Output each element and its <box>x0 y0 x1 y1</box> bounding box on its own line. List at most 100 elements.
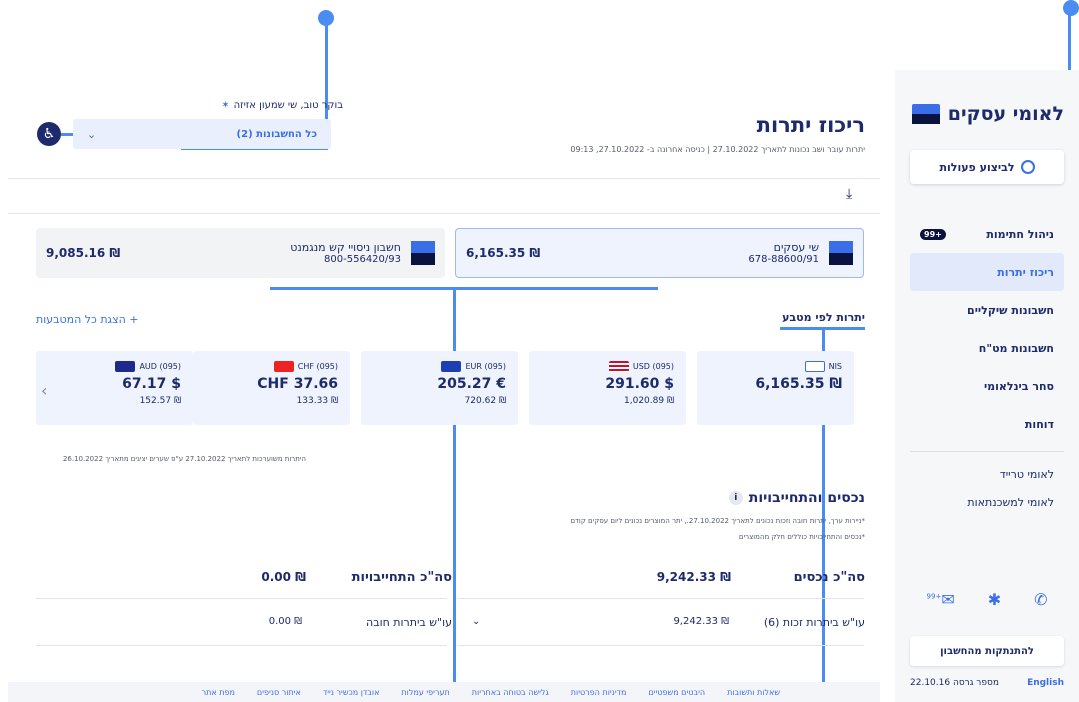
account-card[interactable]: שי עסקים 678-88600/91 ₪ 6,165.35 <box>455 228 864 278</box>
sidebar-item-label: חשבונות שיקליים <box>967 303 1054 317</box>
footer-link[interactable]: אובדן מכשיר נייד <box>323 688 380 697</box>
total-liabilities-label: סה"כ התחייבויות <box>351 570 452 585</box>
currency-amount: $ 291.60 <box>605 376 674 392</box>
currency-card-usd[interactable]: USD (095) $ 291.60 ₪ 1,020.89 <box>529 351 686 425</box>
currency-section-title: יתרות לפי מטבע <box>782 311 865 324</box>
sidebar-item-signatures[interactable]: ניהול חתימות +99 <box>910 215 1064 253</box>
divider <box>36 598 447 599</box>
touch-icon <box>1020 160 1035 174</box>
annotation-line <box>453 287 456 702</box>
annotation-line <box>270 287 658 290</box>
version-label: מספר גרסה 22.10.16 <box>910 678 999 688</box>
footer-link[interactable]: מדיניות הפרטיות <box>571 688 627 697</box>
footer-link[interactable]: גלישה בטוחה באחריות <box>472 688 549 697</box>
currency-code: USD (095) <box>632 362 674 371</box>
sidebar-link-mortgage[interactable]: לאומי למשכנתאות <box>910 488 1064 516</box>
debit-balance-label: עו"ש ביתרות חובה <box>366 616 452 629</box>
divider <box>910 451 1064 452</box>
english-link[interactable]: English <box>1027 678 1064 688</box>
page-subtitle: יתרות עובר ושב נכונות לתאריך 27.10.2022 … <box>570 145 865 154</box>
sidebar-nav: ניהול חתימות +99 ריכוז יתרות חשבונות שיק… <box>910 215 1064 516</box>
info-icon[interactable]: i <box>728 491 743 505</box>
sidebar-footer: English מספר גרסה 22.10.16 <box>910 678 1064 688</box>
sidebar-link-trade[interactable]: לאומי טרייד <box>910 460 1064 488</box>
logo[interactable]: לאומי עסקים <box>911 103 1064 125</box>
gear-icon[interactable]: ✱ <box>988 590 1001 609</box>
currency-nis-equivalent: ₪ 133.33 <box>296 396 338 406</box>
us-flag-icon <box>608 361 629 372</box>
currency-nis-equivalent: ₪ 1,020.89 <box>624 396 674 406</box>
sidebar-item-label: ניהול חתימות <box>986 227 1054 241</box>
mail-badge: +99 <box>926 592 942 601</box>
accessibility-icon[interactable]: ♿ <box>37 122 61 146</box>
account-select[interactable]: כל החשבונות (2) ⌄ <box>73 119 331 149</box>
account-balance: ₪ 9,085.16 <box>46 246 121 260</box>
account-select-label: כל החשבונות (2) <box>236 128 317 140</box>
sidebar: לאומי עסקים לביצוע פעולות ניהול חתימות +… <box>895 70 1079 702</box>
phone-icon[interactable]: ✆ <box>1034 590 1047 609</box>
bank-logo-icon <box>411 241 435 265</box>
actions-button-label: לביצוע פעולות <box>939 160 1015 174</box>
account-name: שי עסקים <box>773 241 819 254</box>
total-assets-label: סה"כ נכסים <box>793 570 865 585</box>
footer-link[interactable]: מפת אתר <box>202 688 235 697</box>
sun-icon: ✶ <box>221 100 230 111</box>
footer-links: שאלות ותשובות היבטים משפטיים מדיניות הפר… <box>8 682 880 702</box>
download-icon[interactable]: ⤓ <box>846 186 852 202</box>
chevron-left-icon[interactable]: ‹ <box>41 381 47 400</box>
credit-balance-value: ₪ 9,242.33 <box>673 616 729 627</box>
sidebar-item-reports[interactable]: דוחות <box>910 405 1064 443</box>
debit-balance-value: ₪ 0.00 <box>268 616 302 627</box>
footer-link[interactable]: היבטים משפטיים <box>648 688 705 697</box>
currency-code: NIS <box>828 362 842 371</box>
footer-link[interactable]: שאלות ותשובות <box>727 688 780 697</box>
greeting-text: בוקר טוב, שי שמעון אזיזה <box>233 100 343 111</box>
sidebar-item-shekel-accounts[interactable]: חשבונות שיקליים <box>910 291 1064 329</box>
currency-card-eur[interactable]: EUR (095) € 205.27 ₪ 720.62 <box>361 351 518 425</box>
section-underline <box>780 327 865 330</box>
footer-link[interactable]: תעריפי עמלות <box>401 688 449 697</box>
assets-title-text: נכסים והתחייבויות <box>748 490 865 506</box>
currency-card-chf[interactable]: CHF (095) CHF 37.66 ₪ 133.33 <box>193 351 350 425</box>
australia-flag-icon <box>115 361 136 372</box>
israel-flag-icon <box>804 361 825 372</box>
sidebar-item-balances[interactable]: ריכוז יתרות <box>910 253 1064 291</box>
assets-section-title: נכסים והתחייבויות i <box>728 490 865 506</box>
sidebar-item-label: ריכוז יתרות <box>997 265 1054 279</box>
currency-nis-equivalent: ₪ 152.57 <box>139 396 181 406</box>
annotation-dot-right <box>1063 0 1079 16</box>
credit-balance-label[interactable]: עו"ש ביתרות זכות (6) <box>764 616 865 629</box>
logout-button[interactable]: להתנתקות מהחשבון <box>910 636 1064 666</box>
total-assets-value: ₪ 9,242.33 <box>656 570 731 584</box>
currency-amount: ₪ 6,165.35 <box>755 376 842 392</box>
eu-flag-icon <box>441 361 462 372</box>
bank-logo-icon <box>829 241 853 265</box>
currency-card-aud[interactable]: AUD (095) $ 67.17 ₪ 152.57 <box>36 351 193 425</box>
divider <box>8 213 880 214</box>
currency-amount: € 205.27 <box>437 376 506 392</box>
annotation-line <box>61 133 73 136</box>
divider <box>8 178 880 179</box>
sidebar-icons: ✆ ✱ ✉+99 <box>910 590 1064 609</box>
currency-code: CHF (095) <box>297 362 338 371</box>
sidebar-item-trade[interactable]: סחר בינלאומי <box>910 367 1064 405</box>
footer-link[interactable]: איתור סניפים <box>257 688 301 697</box>
rates-note: היתרות משוערכות לתאריך 27.10.2022 ע"פ שע… <box>62 455 306 463</box>
account-card[interactable]: חשבון ניסויי קש מנגמנט 800-556420/93 ₪ 9… <box>36 228 445 278</box>
chevron-down-icon: ⌄ <box>87 127 97 141</box>
mail-icon[interactable]: ✉+99 <box>927 590 955 609</box>
divider <box>457 598 864 599</box>
divider <box>457 645 864 646</box>
total-liabilities-value: ₪ 0.00 <box>261 570 306 584</box>
sidebar-item-label: דוחות <box>1024 417 1054 431</box>
chevron-down-icon[interactable]: ⌄ <box>472 616 480 627</box>
currency-card-nis[interactable]: NIS ₪ 6,165.35 <box>697 351 854 425</box>
logo-text: לאומי עסקים <box>947 103 1064 125</box>
sidebar-item-fx-accounts[interactable]: חשבונות מט"ח <box>910 329 1064 367</box>
logo-icon <box>911 104 940 124</box>
account-number: 800-556420/93 <box>324 254 401 265</box>
show-all-currencies-link[interactable]: + הצגת כל המטבעות <box>36 313 139 326</box>
account-name: חשבון ניסויי קש מנגמנט <box>290 241 401 254</box>
actions-button[interactable]: לביצוע פעולות <box>910 150 1064 184</box>
currency-nis-equivalent: ₪ 720.62 <box>464 396 506 406</box>
